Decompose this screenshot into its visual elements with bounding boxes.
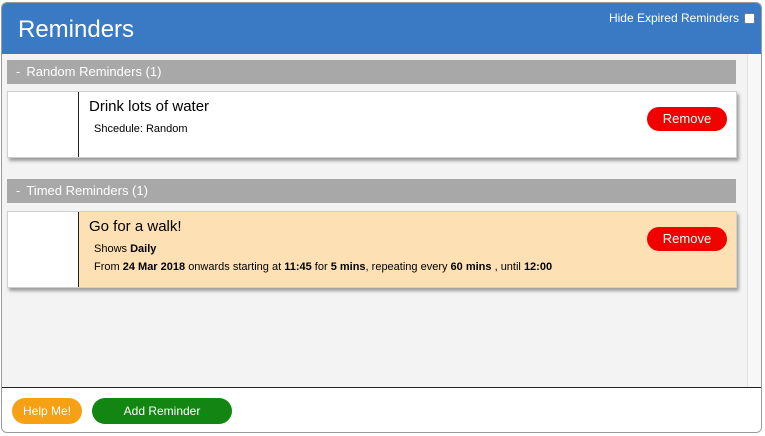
hide-expired-label: Hide Expired Reminders xyxy=(608,11,739,25)
reminders-window: Reminders Hide Expired Reminders - Random… xyxy=(1,2,762,433)
help-button[interactable]: Help Me! xyxy=(12,398,82,424)
header-bar: Reminders Hide Expired Reminders xyxy=(2,3,761,54)
reminder-card: Go for a walk! Shows Daily From 24 Mar 2… xyxy=(7,211,737,288)
timed-reminders-header[interactable]: - Timed Reminders (1) xyxy=(7,179,736,203)
collapse-toggle-icon[interactable]: - xyxy=(16,64,20,79)
end-time: 12:00 xyxy=(523,261,553,273)
remove-button[interactable]: Remove xyxy=(647,107,727,131)
start-time: 11:45 xyxy=(284,261,312,273)
hide-expired-checkbox[interactable] xyxy=(744,12,755,24)
reminder-shows: Shows Daily xyxy=(94,243,156,255)
until-text: , until xyxy=(494,261,521,273)
add-reminder-button[interactable]: Add Reminder xyxy=(92,398,232,424)
reminder-title: Drink lots of water xyxy=(89,98,210,115)
repeat-interval: 60 mins xyxy=(450,261,492,273)
vertical-scrollbar[interactable] xyxy=(747,54,761,387)
shows-prefix: Shows xyxy=(94,243,128,255)
shows-value: Daily xyxy=(130,243,157,255)
duration: 5 mins xyxy=(330,261,366,273)
reminder-list: - Random Reminders (1) Drink lots of wate… xyxy=(2,54,747,387)
onwards-text: onwards starting at xyxy=(188,261,282,273)
from-text: From xyxy=(94,261,120,273)
reminder-card: Drink lots of water Shcedule: Random Rem… xyxy=(7,91,737,158)
section-label: Timed Reminders (1) xyxy=(26,183,148,198)
reminder-thumbnail xyxy=(8,92,79,157)
reminder-thumbnail xyxy=(8,212,79,287)
reminder-title: Go for a walk! xyxy=(89,218,182,235)
footer-bar: Help Me! Add Reminder xyxy=(2,387,761,432)
repeat-text: , repeating every xyxy=(365,261,448,273)
start-date: 24 Mar 2018 xyxy=(122,261,186,273)
reminder-timing: From 24 Mar 2018 onwards starting at 11:… xyxy=(94,261,552,273)
for-text: for xyxy=(314,261,328,273)
remove-button[interactable]: Remove xyxy=(647,227,727,251)
section-label: Random Reminders (1) xyxy=(26,64,162,79)
random-reminders-header[interactable]: - Random Reminders (1) xyxy=(7,60,736,84)
hide-expired-toggle[interactable]: Hide Expired Reminders xyxy=(609,11,755,25)
page-title: Reminders xyxy=(18,16,135,43)
reminder-schedule: Shcedule: Random xyxy=(94,123,188,135)
collapse-toggle-icon[interactable]: - xyxy=(16,183,20,198)
